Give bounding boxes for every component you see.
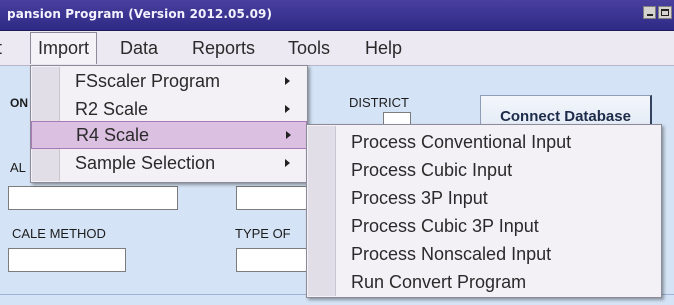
menu-item-process-cubic-input[interactable]: Process Cubic Input <box>307 156 661 184</box>
menu-import[interactable]: Import <box>30 32 98 64</box>
menu-item-process-conventional-input[interactable]: Process Conventional Input <box>307 128 661 156</box>
menu-item-label: Run Convert Program <box>351 272 527 292</box>
scale-method-field[interactable] <box>8 248 126 272</box>
menu-item-process-nonscaled-input[interactable]: Process Nonscaled Input <box>307 240 661 268</box>
menu-item-sample-selection[interactable]: Sample Selection <box>31 150 307 176</box>
menu-bar: t Import Data Reports Tools Help <box>0 31 674 66</box>
label-district: DISTRICT <box>349 95 409 110</box>
submenu-arrow-icon <box>285 105 290 113</box>
menu-item-label: Process 3P Input <box>351 188 488 208</box>
menu-item-r4-scale[interactable]: R4 Scale <box>31 121 307 149</box>
menu-tools[interactable]: Tools <box>288 31 330 65</box>
menu-item-label: Process Nonscaled Input <box>351 244 552 264</box>
menu-item-label: Process Conventional Input <box>351 132 572 152</box>
title-bar: pansion Program (Version 2012.05.09) <box>0 0 674 31</box>
menu-item-run-convert-program[interactable]: Run Convert Program <box>307 268 661 296</box>
r4-scale-submenu: Process Conventional Input Process Cubic… <box>306 124 662 298</box>
menu-item-process-cubic-3p-input[interactable]: Process Cubic 3P Input <box>307 212 661 240</box>
middle-field[interactable] <box>236 186 310 210</box>
minimize-button[interactable] <box>643 6 656 19</box>
menu-reports[interactable]: Reports <box>192 31 255 65</box>
menu-item-r2-scale[interactable]: R2 Scale <box>31 96 307 122</box>
al-field[interactable] <box>8 186 178 210</box>
label-scale-method: CALE METHOD <box>12 226 106 241</box>
menu-item-label: Sample Selection <box>75 153 216 173</box>
menu-data[interactable]: Data <box>120 31 158 65</box>
menu-help[interactable]: Help <box>365 31 402 65</box>
type-of-field[interactable] <box>236 248 310 272</box>
menu-item-label: R2 Scale <box>75 99 149 119</box>
menu-item-label: R4 Scale <box>76 125 150 145</box>
import-dropdown-menu: FSscaler Program R2 Scale R4 Scale Sampl… <box>30 65 308 183</box>
minimize-icon <box>647 14 653 16</box>
submenu-arrow-icon <box>285 159 290 167</box>
menu-item-fsscaler-program[interactable]: FSscaler Program <box>31 68 307 94</box>
menu-item-label: FSscaler Program <box>75 71 221 91</box>
maximize-button[interactable] <box>658 6 672 19</box>
submenu-arrow-icon <box>286 131 291 139</box>
menu-item-label: Process Cubic Input <box>351 160 513 180</box>
menu-file[interactable]: t <box>0 31 2 65</box>
submenu-arrow-icon <box>285 77 290 85</box>
label-on: ON <box>10 96 28 110</box>
label-type-of: TYPE OF <box>235 226 291 241</box>
window-title: pansion Program (Version 2012.05.09) <box>7 7 273 21</box>
maximize-icon <box>661 9 669 16</box>
label-al: AL <box>10 160 26 175</box>
menu-item-label: Process Cubic 3P Input <box>351 216 539 236</box>
menu-item-process-3p-input[interactable]: Process 3P Input <box>307 184 661 212</box>
